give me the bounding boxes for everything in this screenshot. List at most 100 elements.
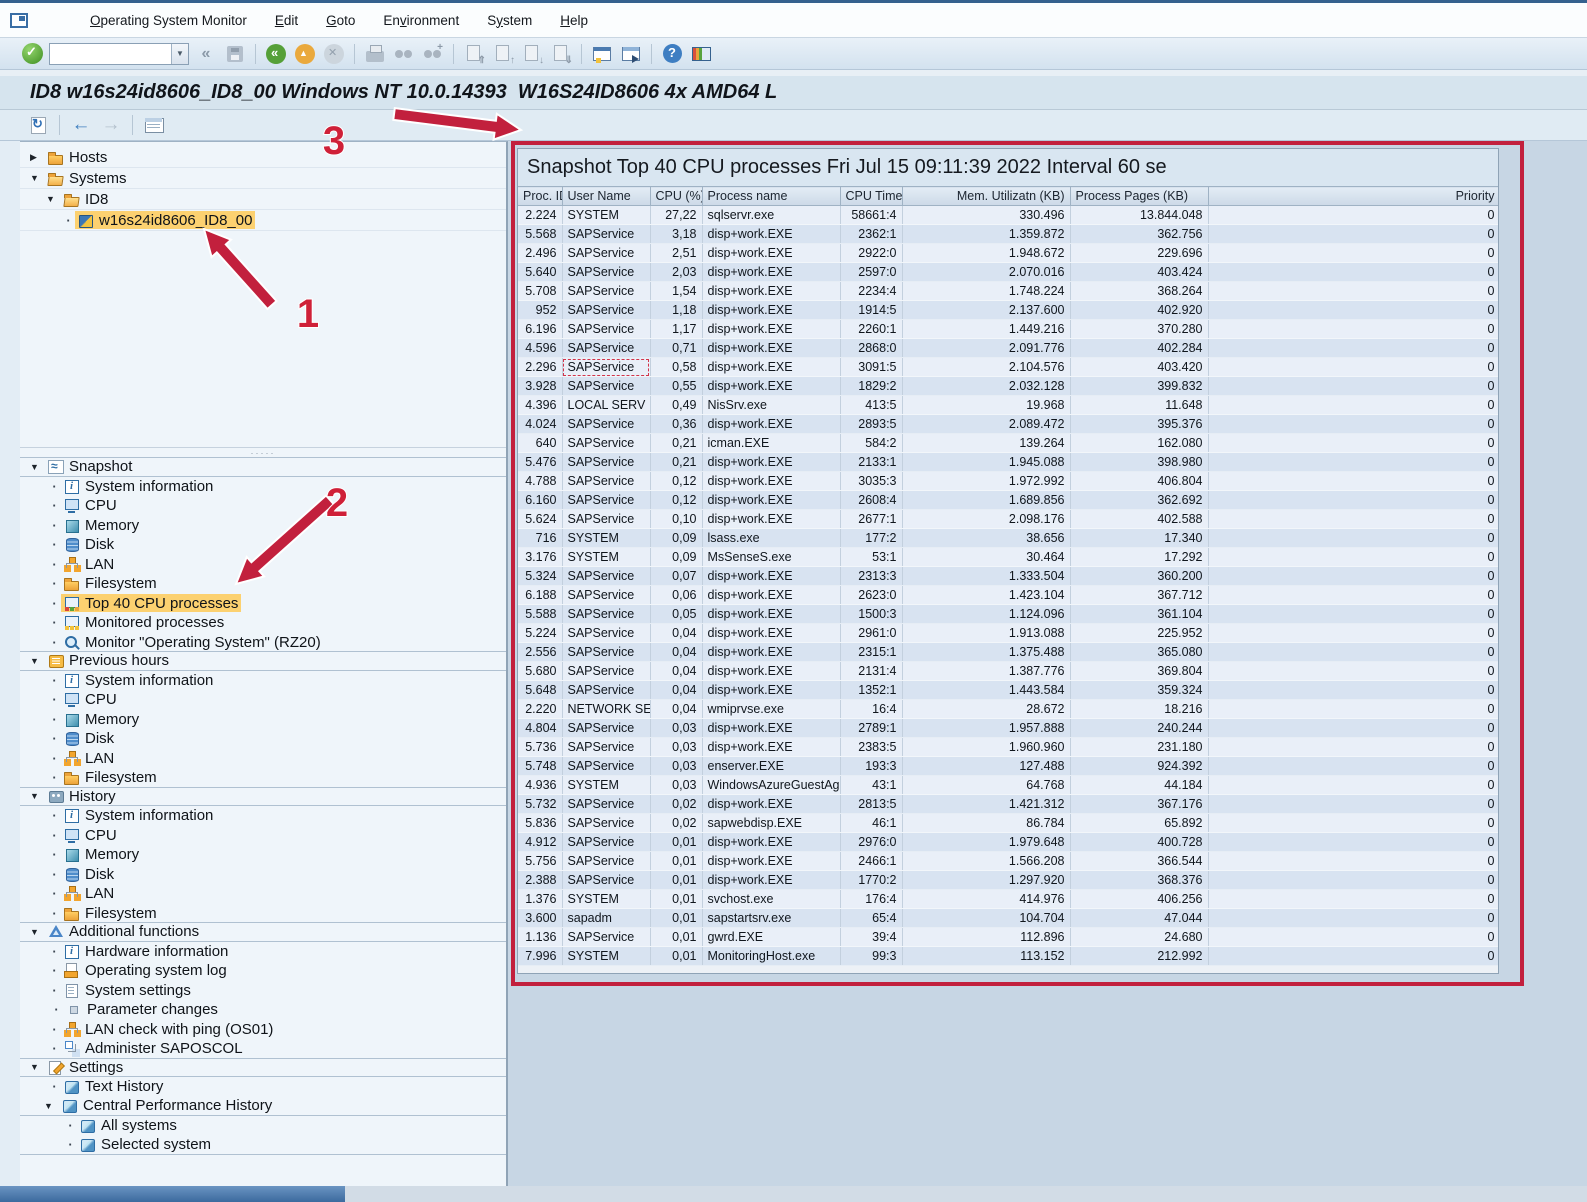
- tree-node-system-information[interactable]: System information: [61, 807, 216, 825]
- cell-process-pages-kb[interactable]: 13.844.048: [1070, 206, 1208, 225]
- cell-mem-utilizatn-kb[interactable]: 2.089.472: [902, 415, 1070, 434]
- cell-user-name[interactable]: SAPService: [562, 453, 650, 472]
- cell-cpu-time[interactable]: 2362:1: [840, 225, 902, 244]
- cell-proc-id[interactable]: 5.736: [518, 738, 562, 757]
- cell-process-name[interactable]: disp+work.EXE: [702, 662, 840, 681]
- cell-mem-utilizatn-kb[interactable]: 1.333.504: [902, 567, 1070, 586]
- table-row[interactable]: 4.596SAPService0,71disp+work.EXE2868:02.…: [518, 339, 1499, 358]
- tree-item-w16s24id8606-id8-00[interactable]: ·w16s24id8606_ID8_00: [20, 210, 506, 231]
- cell-proc-id[interactable]: 2.496: [518, 244, 562, 263]
- menu-edit[interactable]: Edit: [263, 10, 310, 31]
- cell-cpu-time[interactable]: 2234:4: [840, 282, 902, 301]
- cell-user-name[interactable]: SAPService: [562, 643, 650, 662]
- tree-node-id8[interactable]: ID8: [61, 190, 111, 208]
- toolbar-help[interactable]: [660, 42, 684, 66]
- column-header-cpu[interactable]: CPU (%): [650, 187, 702, 206]
- tree-item-administer-saposcol[interactable]: ·Administer SAPOSCOL: [20, 1039, 506, 1059]
- tree-node-memory[interactable]: Memory: [61, 516, 142, 534]
- cell-process-pages-kb[interactable]: 400.728: [1070, 833, 1208, 852]
- table-row[interactable]: 5.476SAPService0,21disp+work.EXE2133:11.…: [518, 453, 1499, 472]
- cell-process-name[interactable]: disp+work.EXE: [702, 339, 840, 358]
- cell-user-name[interactable]: SAPService: [562, 814, 650, 833]
- cell-mem-utilizatn-kb[interactable]: 38.656: [902, 529, 1070, 548]
- cell-process-name[interactable]: disp+work.EXE: [702, 358, 840, 377]
- cell-proc-id[interactable]: 6.160: [518, 491, 562, 510]
- cell-cpu-time[interactable]: 46:1: [840, 814, 902, 833]
- cell-proc-id[interactable]: 4.788: [518, 472, 562, 491]
- cell-mem-utilizatn-kb[interactable]: 1.945.088: [902, 453, 1070, 472]
- cell-mem-utilizatn-kb[interactable]: 414.976: [902, 890, 1070, 909]
- column-header-process-pages-kb[interactable]: Process Pages (KB): [1070, 187, 1208, 206]
- table-row[interactable]: 5.624SAPService0,10disp+work.EXE2677:12.…: [518, 510, 1499, 529]
- toolbar-collapse-chevrons[interactable]: «: [194, 42, 218, 66]
- cell-priority[interactable]: 0: [1208, 206, 1499, 225]
- table-row[interactable]: 5.680SAPService0,04disp+work.EXE2131:41.…: [518, 662, 1499, 681]
- cell-process-name[interactable]: disp+work.EXE: [702, 244, 840, 263]
- tree-item-history[interactable]: ▼History: [20, 787, 506, 807]
- cell-cpu[interactable]: 0,04: [650, 624, 702, 643]
- cell-cpu-time[interactable]: 2608:4: [840, 491, 902, 510]
- table-row[interactable]: 5.756SAPService0,01disp+work.EXE2466:11.…: [518, 852, 1499, 871]
- cell-priority[interactable]: 0: [1208, 624, 1499, 643]
- expander-open-icon[interactable]: ▼: [44, 1101, 59, 1111]
- cell-mem-utilizatn-kb[interactable]: 1.689.856: [902, 491, 1070, 510]
- cell-mem-utilizatn-kb[interactable]: 1.387.776: [902, 662, 1070, 681]
- cell-process-pages-kb[interactable]: 229.696: [1070, 244, 1208, 263]
- cell-user-name[interactable]: SAPService: [562, 719, 650, 738]
- cell-cpu[interactable]: 0,03: [650, 776, 702, 795]
- cell-process-name[interactable]: MsSenseS.exe: [702, 548, 840, 567]
- cell-process-pages-kb[interactable]: 44.184: [1070, 776, 1208, 795]
- cell-priority[interactable]: 0: [1208, 320, 1499, 339]
- cell-priority[interactable]: 0: [1208, 453, 1499, 472]
- cell-cpu[interactable]: 3,18: [650, 225, 702, 244]
- tree-node-disk[interactable]: Disk: [61, 536, 117, 554]
- cell-mem-utilizatn-kb[interactable]: 1.748.224: [902, 282, 1070, 301]
- expander-open-icon[interactable]: ▼: [30, 173, 45, 183]
- tree-node-cpu[interactable]: CPU: [61, 497, 120, 515]
- tree-item-cpu[interactable]: ·CPU: [20, 496, 506, 516]
- cell-cpu-time[interactable]: 99:3: [840, 947, 902, 966]
- cell-process-pages-kb[interactable]: 362.756: [1070, 225, 1208, 244]
- table-row[interactable]: 5.836SAPService0,02sapwebdisp.EXE46:186.…: [518, 814, 1499, 833]
- cell-cpu-time[interactable]: 2868:0: [840, 339, 902, 358]
- tree-item-additional-functions[interactable]: ▼Additional functions: [20, 922, 506, 942]
- cell-process-pages-kb[interactable]: 398.980: [1070, 453, 1208, 472]
- cell-mem-utilizatn-kb[interactable]: 1.972.992: [902, 472, 1070, 491]
- cell-process-pages-kb[interactable]: 17.292: [1070, 548, 1208, 567]
- cell-proc-id[interactable]: 952: [518, 301, 562, 320]
- cell-priority[interactable]: 0: [1208, 339, 1499, 358]
- cell-priority[interactable]: 0: [1208, 719, 1499, 738]
- table-row[interactable]: 4.788SAPService0,12disp+work.EXE3035:31.…: [518, 472, 1499, 491]
- cell-cpu[interactable]: 0,49: [650, 396, 702, 415]
- column-header-user-name[interactable]: User Name: [562, 187, 650, 206]
- cell-proc-id[interactable]: 5.648: [518, 681, 562, 700]
- cell-mem-utilizatn-kb[interactable]: 30.464: [902, 548, 1070, 567]
- tree-item-id8[interactable]: ▼ID8: [20, 189, 506, 210]
- cell-process-pages-kb[interactable]: 368.264: [1070, 282, 1208, 301]
- tree-node-cpu[interactable]: CPU: [61, 691, 120, 709]
- cell-process-pages-kb[interactable]: 11.648: [1070, 396, 1208, 415]
- tree-node-operating-system-log[interactable]: Operating system log: [61, 962, 230, 980]
- cell-priority[interactable]: 0: [1208, 681, 1499, 700]
- cell-priority[interactable]: 0: [1208, 795, 1499, 814]
- cell-cpu-time[interactable]: 3035:3: [840, 472, 902, 491]
- table-row[interactable]: 3.600sapadm0,01sapstartsrv.exe65:4104.70…: [518, 909, 1499, 928]
- cell-cpu[interactable]: 0,06: [650, 586, 702, 605]
- menu-goto[interactable]: Goto: [314, 10, 367, 31]
- cell-priority[interactable]: 0: [1208, 529, 1499, 548]
- cell-priority[interactable]: 0: [1208, 643, 1499, 662]
- sap-session-icon[interactable]: [10, 13, 28, 28]
- cell-cpu-time[interactable]: 2383:5: [840, 738, 902, 757]
- tree-item-central-performance-history[interactable]: ▼Central Performance History: [20, 1097, 506, 1117]
- tree-item-previous-hours[interactable]: ▼Previous hours: [20, 651, 506, 671]
- cell-cpu-time[interactable]: 2131:4: [840, 662, 902, 681]
- cell-cpu-time[interactable]: 193:3: [840, 757, 902, 776]
- cell-proc-id[interactable]: 6.188: [518, 586, 562, 605]
- table-row[interactable]: 640SAPService0,21icman.EXE584:2139.26416…: [518, 434, 1499, 453]
- toolbar-back-nav[interactable]: [69, 113, 93, 137]
- toolbar-details-view[interactable]: [142, 113, 166, 137]
- cell-priority[interactable]: 0: [1208, 814, 1499, 833]
- tree-item-memory[interactable]: ·Memory: [20, 710, 506, 730]
- cell-user-name[interactable]: SAPService: [562, 605, 650, 624]
- cell-process-name[interactable]: disp+work.EXE: [702, 567, 840, 586]
